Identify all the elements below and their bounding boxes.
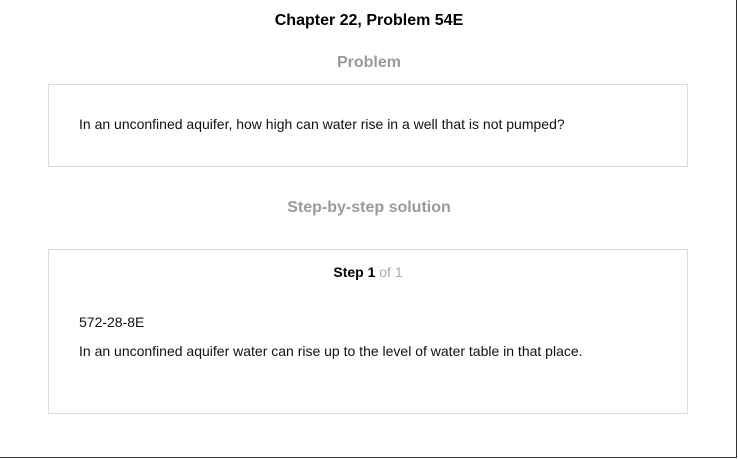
step-indicator: Step 1 of 1	[49, 264, 687, 280]
step-label: Step 1	[333, 264, 376, 280]
solution-card: Step 1 of 1 572-28-8E In an unconfined a…	[48, 249, 688, 414]
solution-text: In an unconfined aquifer water can rise …	[79, 343, 583, 359]
problem-card: In an unconfined aquifer, how high can w…	[48, 84, 688, 167]
problem-heading: Problem	[336, 54, 401, 71]
problem-text: In an unconfined aquifer, how high can w…	[79, 116, 565, 132]
solution-id: 572-28-8E	[79, 314, 145, 330]
step-of-total: of 1	[379, 264, 403, 280]
solution-heading: Step-by-step solution	[287, 199, 451, 216]
chapter-title: Chapter 22, Problem 54E	[274, 12, 464, 29]
